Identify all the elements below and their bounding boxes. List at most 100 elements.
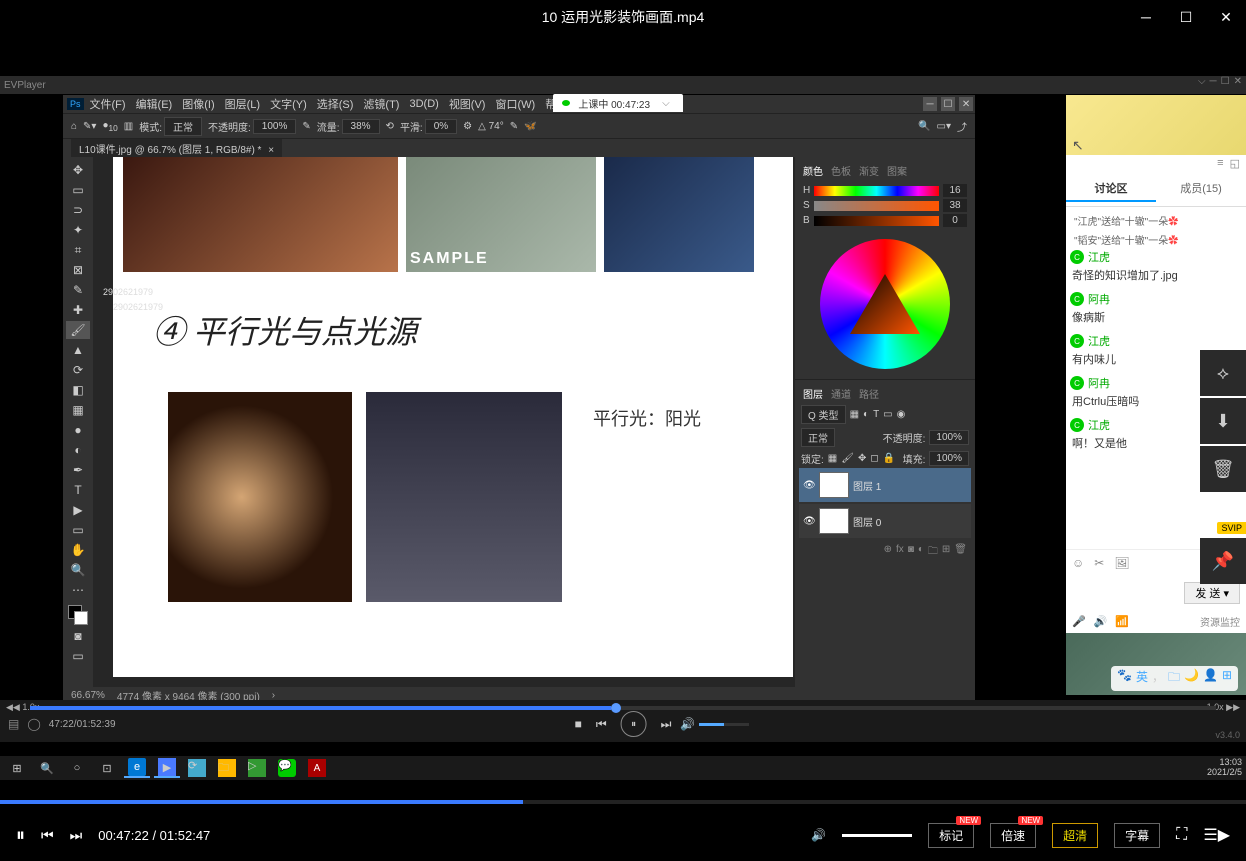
blur-tool[interactable]: ●: [66, 421, 90, 439]
taskbar-app-explorer[interactable]: 🗀: [214, 758, 240, 778]
tab-discussion[interactable]: 讨论区: [1066, 176, 1156, 202]
menu-filter[interactable]: 滤镜(T): [359, 96, 403, 112]
evplayer-dropdown-icon[interactable]: ⌵: [1198, 76, 1206, 87]
next-button[interactable]: ⏭: [70, 827, 83, 844]
quickmask-tool[interactable]: ◙: [66, 627, 90, 645]
emoji-icon[interactable]: ☺: [1072, 556, 1084, 570]
tab-layers[interactable]: 图层: [803, 386, 823, 401]
adjustment-layer-icon[interactable]: ◐: [918, 544, 924, 561]
stamp-tool[interactable]: ▲: [66, 341, 90, 359]
taskbar-app-adobe[interactable]: A: [304, 758, 330, 778]
lock-transparent-icon[interactable]: ▦: [828, 453, 837, 464]
tab-swatches[interactable]: 色板: [831, 163, 851, 178]
tab-members[interactable]: 成员(15): [1156, 176, 1246, 202]
taskbar-app-rotate[interactable]: ⟳: [184, 758, 210, 778]
lock-all-icon[interactable]: 🔒: [883, 453, 895, 464]
brightness-value[interactable]: 0: [943, 214, 967, 227]
ps-close-icon[interactable]: ✕: [959, 97, 973, 111]
menu-3d[interactable]: 3D(D): [405, 98, 442, 110]
layer-visibility-icon[interactable]: 👁: [803, 480, 815, 491]
symmetry-icon[interactable]: 🦋: [524, 121, 536, 132]
stop-icon[interactable]: ■: [575, 717, 582, 731]
taskbar-clock[interactable]: 13:03 2021/2/5: [1207, 758, 1242, 778]
flow-control[interactable]: 流量: 38%: [317, 119, 380, 134]
delete-float-button[interactable]: 🗑: [1200, 446, 1246, 492]
menu-edit[interactable]: 编辑(E): [132, 96, 177, 112]
layer-type-filter[interactable]: Q 类型: [801, 405, 846, 424]
subtitle-button[interactable]: 字幕: [1114, 823, 1160, 848]
lock-artboard-icon[interactable]: ◻: [870, 453, 878, 464]
mark-button[interactable]: 标记 NEW: [928, 823, 974, 848]
menu-window[interactable]: 窗口(W): [491, 96, 539, 112]
dodge-tool[interactable]: ◐: [66, 441, 90, 459]
ime-lang[interactable]: 英: [1136, 668, 1148, 689]
layer-thumbnail[interactable]: [819, 472, 849, 498]
document-tab[interactable]: L10课件.jpg @ 66.7% (图层 1, RGB/8#) * ×: [71, 139, 282, 158]
taskbar-app-edge[interactable]: e: [124, 758, 150, 778]
loop-icon[interactable]: ◯: [27, 717, 40, 731]
layer-name[interactable]: 图层 1: [853, 478, 881, 493]
eraser-tool[interactable]: ◧: [66, 381, 90, 399]
filter-text-icon[interactable]: T: [873, 409, 879, 420]
angle-icon[interactable]: △ 74°: [478, 121, 504, 132]
start-button[interactable]: ⊞: [4, 758, 30, 778]
ps-minimize-icon[interactable]: ─: [923, 97, 937, 111]
status-chevron-icon[interactable]: ›: [272, 690, 275, 701]
menu-text[interactable]: 文字(Y): [266, 96, 311, 112]
chat-expand-icon[interactable]: ◱: [1230, 157, 1240, 170]
brush-preset-icon[interactable]: ●10: [102, 120, 117, 133]
opacity-control[interactable]: 不透明度: 100%: [208, 119, 296, 134]
frame-tool[interactable]: ⊠: [66, 261, 90, 279]
hand-tool[interactable]: ✋: [66, 541, 90, 559]
menu-select[interactable]: 选择(S): [313, 96, 358, 112]
share-icon[interactable]: ⤴: [957, 119, 967, 134]
home-icon[interactable]: ⌂: [71, 121, 77, 132]
eyedropper-tool[interactable]: ✎: [66, 281, 90, 299]
crop-tool[interactable]: ⌗: [66, 241, 90, 259]
scissors-icon[interactable]: ✂: [1094, 556, 1104, 570]
tab-channels[interactable]: 通道: [831, 386, 851, 401]
screenmode-tool[interactable]: ▭: [66, 647, 90, 665]
evplayer-close-icon[interactable]: ✕: [1234, 76, 1242, 87]
ime-toolbar[interactable]: 🐾 英 ， 🗀 🌙 👤 ⊞: [1111, 666, 1238, 691]
layer-visibility-icon[interactable]: 👁: [803, 516, 815, 527]
ime-grid-icon[interactable]: ⊞: [1222, 668, 1232, 689]
volume-icon[interactable]: 🔊: [680, 717, 695, 731]
zoom-tool[interactable]: 🔍: [66, 561, 90, 579]
menu-image[interactable]: 图像(I): [178, 96, 218, 112]
pressure-size-icon[interactable]: ✎: [510, 121, 518, 132]
move-tool[interactable]: ✥: [66, 161, 90, 179]
close-button[interactable]: ✕: [1206, 0, 1246, 34]
outer-progress-bar[interactable]: [0, 800, 1246, 804]
hue-slider[interactable]: [814, 186, 939, 196]
prev-track-icon[interactable]: ⏮: [596, 717, 607, 732]
pen-tool[interactable]: ✒: [66, 461, 90, 479]
ime-tool-icon[interactable]: 🗀: [1168, 668, 1180, 689]
filter-smart-icon[interactable]: ◉: [897, 409, 906, 420]
ps-canvas-area[interactable]: SAMPLE 2902621979 2902621979 ④ 平行光与点光源 平…: [93, 157, 795, 687]
layer-name[interactable]: 图层 0: [853, 514, 881, 529]
lasso-tool[interactable]: ⊃: [66, 201, 90, 219]
hue-value[interactable]: 16: [943, 184, 967, 197]
taskbar-app-player[interactable]: ▶: [154, 758, 180, 778]
saturation-slider[interactable]: [814, 201, 939, 211]
minimize-button[interactable]: ─: [1126, 0, 1166, 34]
tab-gradients[interactable]: 渐变: [859, 163, 879, 178]
zoom-level[interactable]: 66.67%: [71, 690, 105, 701]
share-float-button[interactable]: ⟡: [1200, 350, 1246, 396]
image-icon[interactable]: 🖼: [1114, 556, 1129, 570]
filter-shape-icon[interactable]: ▭: [883, 409, 892, 420]
prev-button[interactable]: ⏮: [41, 827, 54, 844]
type-tool[interactable]: T: [66, 481, 90, 499]
taskbar-app-wechat[interactable]: 💬: [274, 758, 300, 778]
color-swatches[interactable]: [68, 605, 88, 625]
filter-adjust-icon[interactable]: ◐: [863, 409, 869, 420]
ime-moon-icon[interactable]: 🌙: [1184, 668, 1199, 689]
outer-volume-slider[interactable]: [842, 834, 912, 837]
volume-icon[interactable]: 🔊: [811, 828, 826, 842]
chat-menu-icon[interactable]: ≡: [1217, 157, 1223, 170]
maximize-button[interactable]: ☐: [1166, 0, 1206, 34]
brush-tool[interactable]: 🖌: [66, 321, 90, 339]
tab-close-icon[interactable]: ×: [268, 145, 274, 156]
wand-tool[interactable]: ✦: [66, 221, 90, 239]
